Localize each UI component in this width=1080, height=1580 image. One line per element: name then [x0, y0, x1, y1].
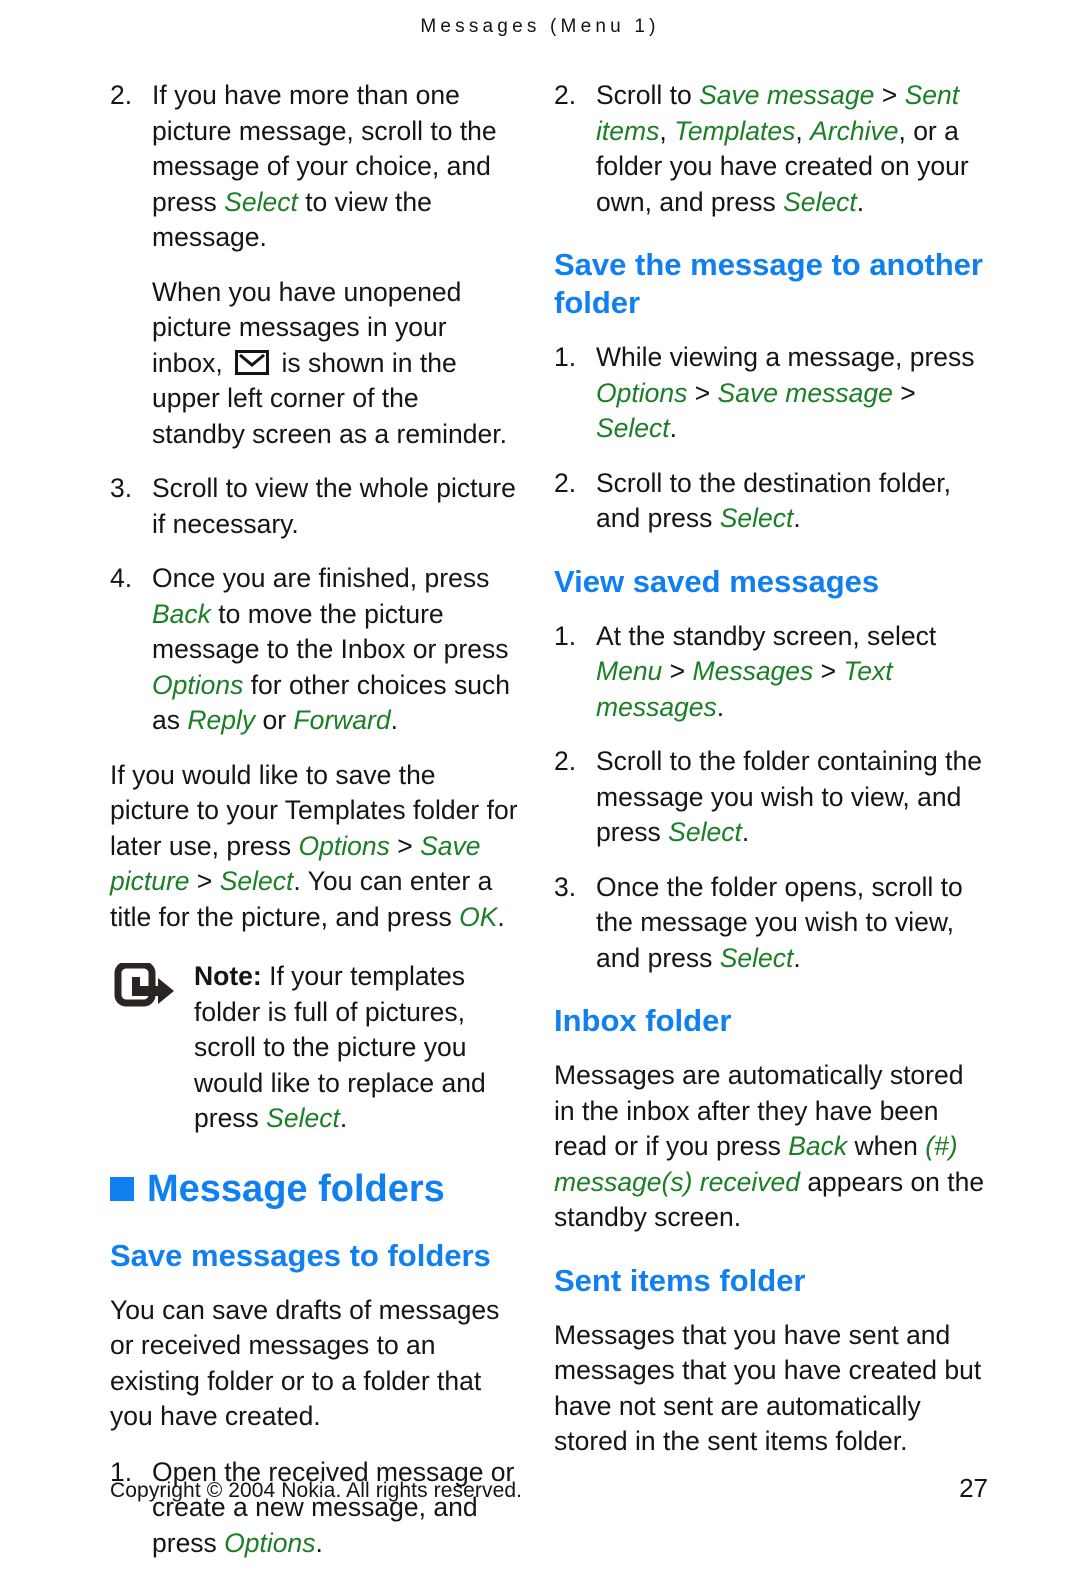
- list-text-tail: .: [856, 186, 865, 217]
- ui-term: Select: [224, 186, 298, 217]
- path-separator: >: [892, 377, 916, 408]
- note-block: Note: If your templates folder is full o…: [110, 959, 518, 1137]
- ui-term: Select: [783, 186, 857, 217]
- comma: ,: [659, 115, 675, 146]
- list-number: 4.: [110, 563, 133, 593]
- chapter-heading-text: Message folders: [147, 1167, 445, 1210]
- list-text-tail: .: [669, 413, 678, 443]
- list-number: 3.: [554, 871, 577, 902]
- sent-items-paragraph: Messages that you have sent and messages…: [554, 1319, 982, 1457]
- ui-term: Save message: [699, 80, 875, 110]
- path-separator: >: [389, 830, 421, 861]
- list-text: Scroll to the folder containing the mess…: [596, 746, 982, 847]
- copyright-notice: Copyright © 2004 Nokia. All rights reser…: [110, 1479, 523, 1502]
- ui-term: Options: [152, 669, 244, 700]
- page-footer: Copyright © 2004 Nokia. All rights reser…: [110, 1473, 988, 1504]
- list-text: At the standby screen, select: [596, 620, 937, 651]
- list-text-tail: .: [793, 942, 801, 973]
- ui-term: Save message: [717, 377, 893, 408]
- paragraph-text: when: [847, 1131, 926, 1161]
- continuation-paragraph: When you have unopened picture messages …: [110, 275, 518, 453]
- list-item: 4. Once you are finished, press Back to m…: [110, 561, 518, 739]
- list-text: Open the received message or create a ne…: [152, 1456, 515, 1558]
- list-number: 2.: [554, 80, 577, 110]
- section-heading-inbox: Inbox folder: [554, 1003, 732, 1038]
- ui-term: OK: [459, 901, 498, 932]
- note-label: Note:: [194, 961, 262, 991]
- comma: ,: [795, 115, 811, 146]
- section-heading-sent-items: Sent items folder: [554, 1262, 806, 1298]
- note-text-tail: .: [339, 1103, 348, 1133]
- list-number: 1.: [554, 620, 577, 651]
- ui-term: Options: [298, 830, 390, 861]
- path-separator: >: [813, 656, 844, 686]
- ui-term: Forward: [293, 705, 391, 735]
- left-column: 2. If you have more than one picture mess…: [0, 78, 540, 1580]
- page-number: 27: [959, 1473, 988, 1503]
- list-number: 2.: [554, 467, 577, 498]
- ui-term: Back: [788, 1131, 848, 1161]
- list-item: 1. At the standby screen, select Menu > M…: [554, 619, 988, 726]
- list-item: 2. If you have more than one picture mess…: [110, 78, 518, 256]
- ui-term: Options: [224, 1527, 316, 1558]
- list-item: 2. Scroll to Save message > Sent items, T…: [554, 78, 988, 220]
- list-text-tail: .: [741, 817, 750, 847]
- list-number: 3.: [110, 473, 133, 503]
- right-column: 2. Scroll to Save message > Sent items, T…: [540, 78, 1080, 1580]
- note-arrow-icon: [114, 961, 176, 1007]
- list-number: 2.: [554, 746, 577, 776]
- ui-term: Select: [219, 866, 294, 896]
- ui-term: Select: [668, 817, 742, 847]
- ui-term: Select: [596, 413, 670, 443]
- ui-term: Menu: [596, 656, 663, 686]
- chapter-heading: Message folders: [110, 1167, 518, 1211]
- path-separator: >: [687, 377, 718, 408]
- list-text-tail: .: [390, 705, 398, 735]
- inbox-paragraph: Messages are automatically stored in the…: [554, 1058, 988, 1236]
- ui-term: Select: [719, 942, 794, 973]
- ui-term: Messages: [692, 656, 814, 686]
- list-text: Scroll to: [596, 80, 700, 110]
- ui-term: Archive: [810, 115, 899, 146]
- manual-page: Messages (Menu 1) 2. If you have more tha…: [0, 0, 1080, 1558]
- list-item: 1. While viewing a message, press Options…: [554, 340, 988, 447]
- ui-term: Select: [266, 1103, 340, 1133]
- list-text: Once you are finished, press: [152, 563, 490, 593]
- path-separator: >: [874, 80, 905, 110]
- list-number: 1.: [554, 342, 577, 372]
- ui-term: Templates: [674, 115, 796, 146]
- ui-term: Back: [152, 598, 211, 629]
- list-item: 1. Open the received message or create a …: [110, 1455, 518, 1562]
- list-text-tail: .: [716, 691, 725, 722]
- list-item: 2. Scroll to the folder containing the me…: [554, 744, 988, 851]
- save-messages-paragraph: You can save drafts of messages or recei…: [110, 1294, 500, 1432]
- list-number: 2.: [110, 80, 133, 110]
- list-text-tail: .: [315, 1527, 323, 1558]
- list-item: 3. Scroll to view the whole picture if ne…: [110, 471, 518, 542]
- save-picture-paragraph: If you would like to save the picture to…: [110, 758, 518, 936]
- list-item: 3. Once the folder opens, scroll to the m…: [554, 870, 988, 977]
- two-column-body: 2. If you have more than one picture mess…: [0, 78, 1080, 1580]
- paragraph-text-tail: .: [497, 901, 505, 932]
- section-heading-save-another: Save the message to another folder: [554, 247, 983, 320]
- section-heading-save-messages: Save messages to folders: [110, 1237, 491, 1273]
- list-text: or: [255, 705, 294, 735]
- section-heading-view-saved: View saved messages: [554, 563, 880, 599]
- list-text: Scroll to view the whole picture if nece…: [152, 473, 516, 539]
- ui-term: Reply: [187, 705, 256, 735]
- envelope-icon: [235, 349, 270, 375]
- list-text-tail: .: [793, 503, 801, 533]
- square-bullet-icon: [110, 1176, 134, 1201]
- path-separator: >: [189, 866, 220, 896]
- running-header: Messages (Menu 1): [420, 16, 660, 37]
- ui-term: Select: [719, 503, 794, 533]
- path-separator: >: [662, 656, 693, 686]
- list-item: 2. Scroll to the destination folder, and …: [554, 466, 988, 537]
- ui-term: Options: [596, 377, 688, 408]
- list-text: While viewing a message, press: [596, 342, 975, 372]
